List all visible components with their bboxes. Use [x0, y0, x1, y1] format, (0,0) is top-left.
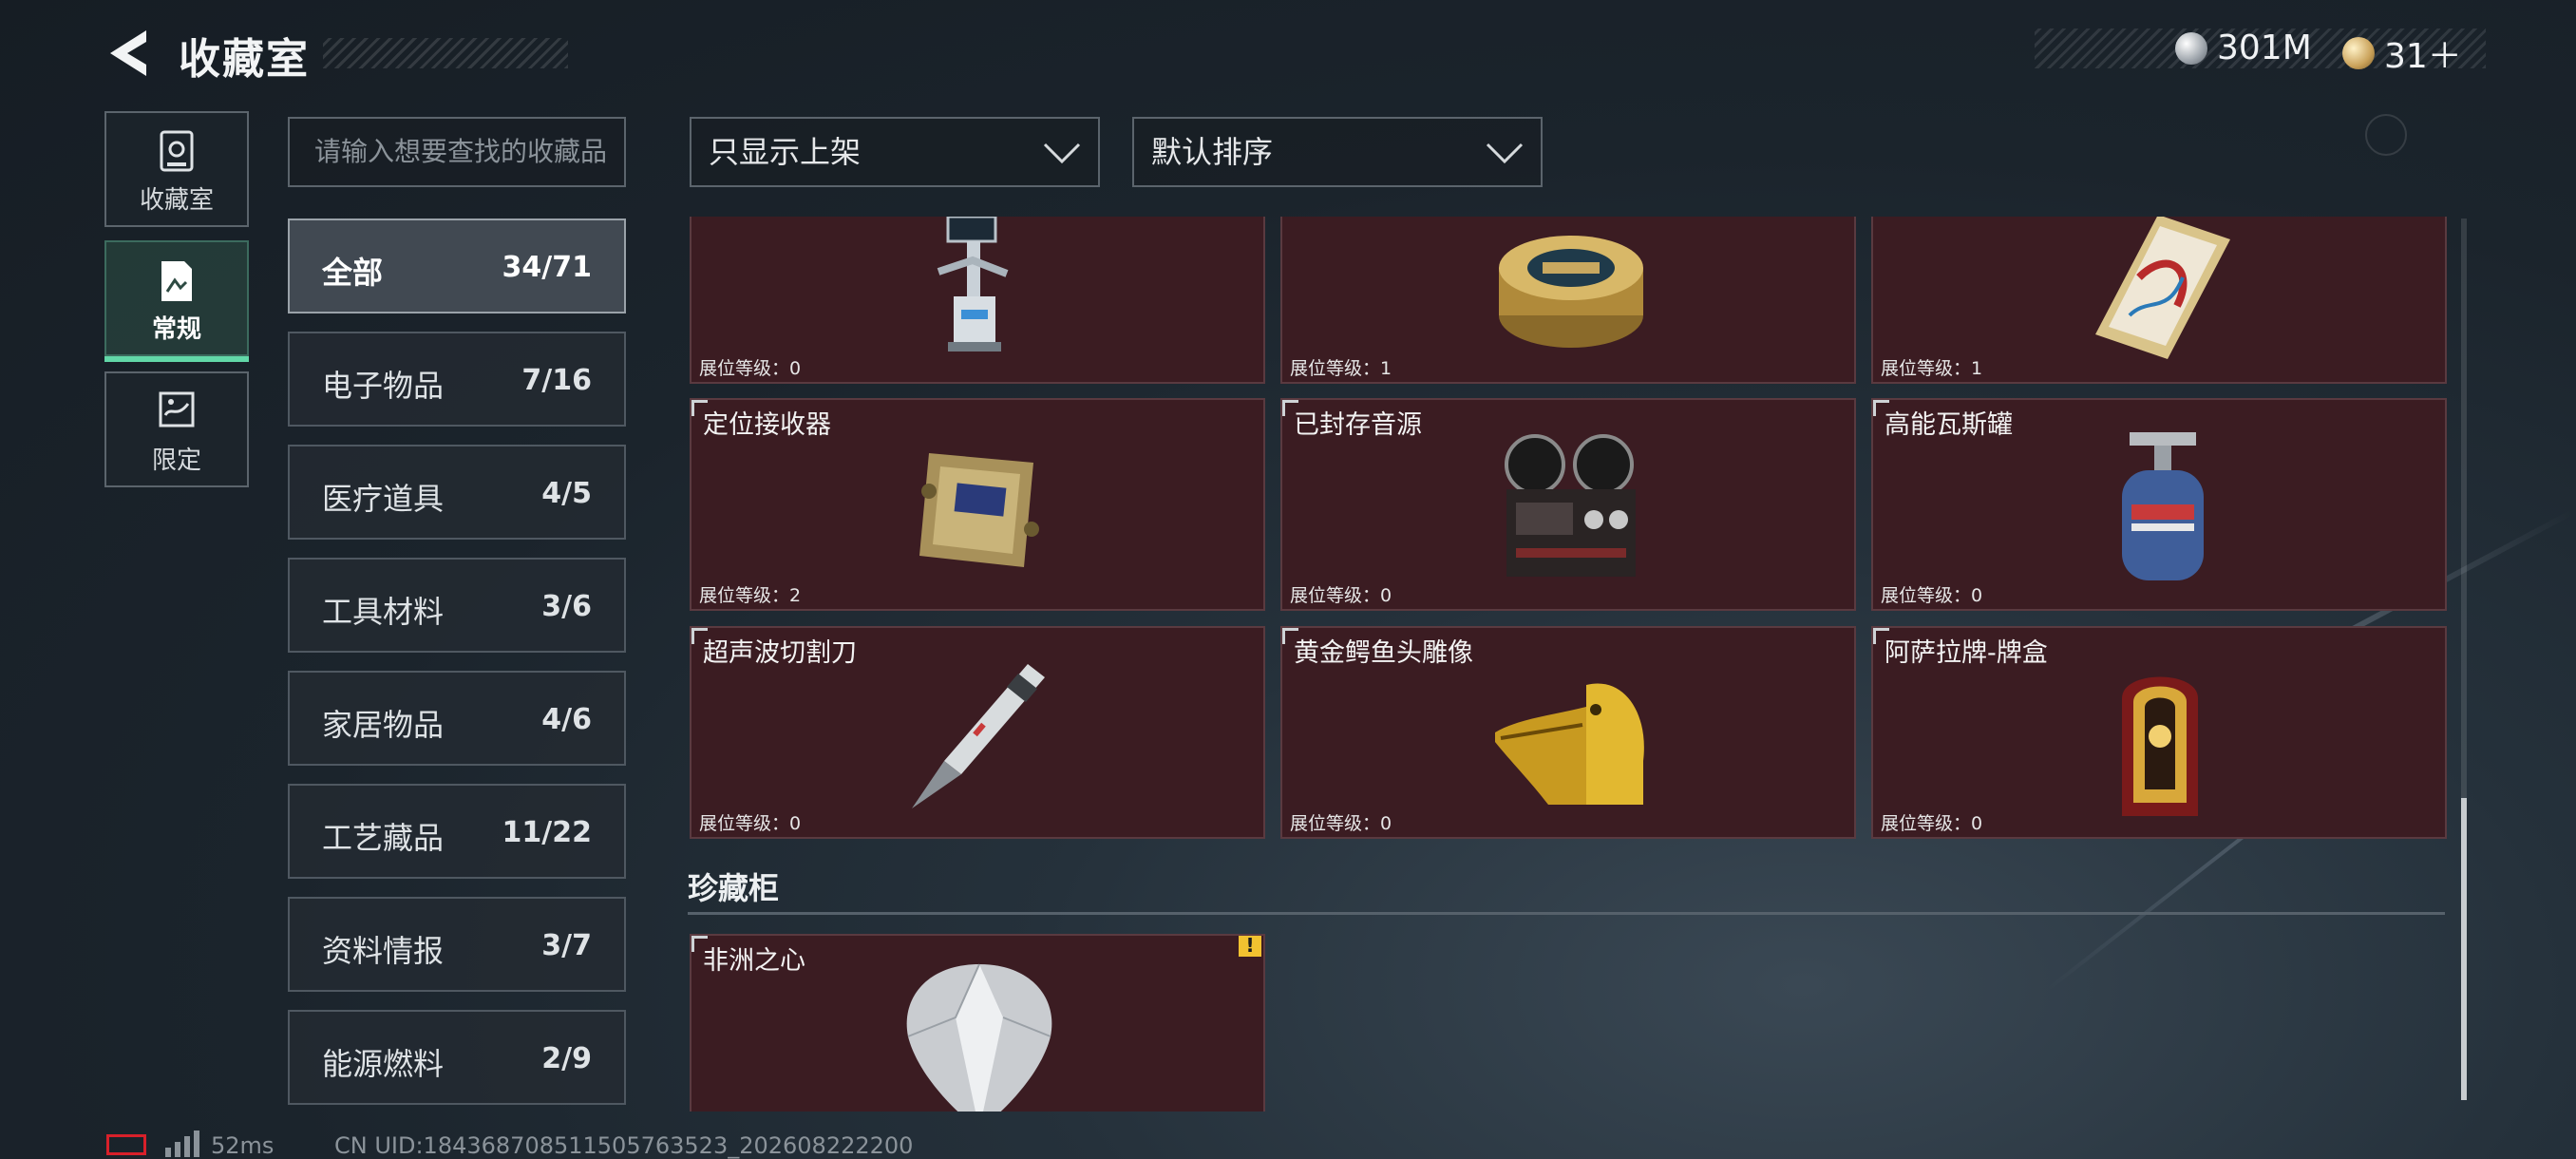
category-name: 工艺藏品	[322, 820, 445, 856]
gps-receiver-icon	[919, 453, 1039, 567]
sort-value: 默认排序	[1151, 134, 1274, 170]
warning-icon: !	[1239, 936, 1261, 957]
item-grid: 展位等级：0 展位等级：1 展位等级：1 定位接收器 展位等级：2 已封存音源 …	[688, 217, 2454, 1112]
category-name: 全部	[322, 255, 384, 291]
rail-item-vault[interactable]: 收藏室	[104, 111, 249, 227]
chevron-down-icon	[1043, 142, 1081, 164]
title-stripe	[323, 38, 568, 68]
item-card[interactable]: 展位等级：1	[1871, 217, 2447, 384]
item-name: 超声波切割刀	[703, 638, 857, 668]
rail-item-label: 收藏室	[139, 186, 214, 215]
gas-canister-icon	[2122, 432, 2204, 580]
rail-item-label: 限定	[151, 446, 201, 475]
vault-icon	[160, 130, 194, 172]
category-all[interactable]: 全部 34/71	[288, 218, 626, 314]
signal-icon	[165, 1130, 199, 1157]
category-medical[interactable]: 医疗道具 4/5	[288, 445, 626, 540]
document-icon	[161, 261, 192, 301]
item-level: 展位等级：0	[1290, 585, 1392, 606]
item-card[interactable]: 展位等级：0	[690, 217, 1265, 384]
category-count: 3/6	[541, 590, 592, 623]
gold-crocodile-head-icon	[1495, 683, 1644, 805]
category-name: 医疗道具	[322, 481, 445, 517]
category-count: 4/6	[541, 703, 592, 736]
item-name: 黄金鳄鱼头雕像	[1294, 638, 1473, 668]
item-name: 非洲之心	[703, 946, 805, 976]
scrollbar-thumb[interactable]	[2461, 798, 2467, 1100]
item-level: 展位等级：1	[1290, 358, 1392, 379]
category-electronics[interactable]: 电子物品 7/16	[288, 332, 626, 427]
diamond-icon	[906, 963, 1052, 1112]
item-card[interactable]: 定位接收器 展位等级：2	[690, 398, 1265, 611]
category-count: 4/5	[541, 477, 592, 510]
reel-to-reel-recorder-icon	[1505, 434, 1636, 577]
chevron-down-icon	[1486, 142, 1524, 164]
ultrasonic-knife-icon	[912, 664, 1045, 808]
item-level: 展位等级：1	[1881, 358, 1983, 379]
rail-item-label: 常规	[151, 315, 201, 344]
item-level: 展位等级：0	[699, 358, 802, 379]
category-tools[interactable]: 工具材料 3/6	[288, 558, 626, 653]
category-intel[interactable]: 资料情报 3/7	[288, 897, 626, 992]
item-name: 阿萨拉牌-牌盒	[1885, 638, 2048, 668]
gold-coin-icon	[2342, 37, 2375, 69]
item-card[interactable]: 阿萨拉牌-牌盒 展位等级：0	[1871, 626, 2447, 839]
shelf-filter-value: 只显示上架	[709, 134, 862, 170]
item-level: 展位等级：0	[1290, 813, 1392, 834]
item-level: 展位等级：0	[1881, 813, 1983, 834]
category-count: 3/7	[541, 929, 592, 962]
shelf-filter-dropdown[interactable]: 只显示上架	[690, 117, 1100, 187]
category-name: 工具材料	[322, 594, 445, 630]
item-level: 展位等级：2	[699, 585, 802, 606]
category-name: 家居物品	[322, 707, 445, 743]
currency-silver[interactable]: 301M	[2175, 28, 2312, 67]
item-level: 展位等级：0	[699, 813, 802, 834]
limited-icon	[159, 391, 195, 428]
caviar-tin-icon	[1499, 236, 1643, 348]
cabinet-section-title: 珍藏柜	[688, 870, 780, 906]
back-arrow-icon	[110, 30, 146, 76]
item-name: 已封存音源	[1294, 410, 1422, 440]
ping-label: 52ms	[211, 1132, 275, 1159]
item-card[interactable]: 展位等级：1	[1280, 217, 1856, 384]
ornate-card-icon	[2095, 217, 2230, 359]
back-button[interactable]	[104, 27, 152, 80]
category-name: 电子物品	[322, 368, 445, 404]
category-count: 2/9	[541, 1042, 592, 1075]
category-count: 11/22	[502, 816, 592, 849]
item-name: 高能瓦斯罐	[1885, 410, 2013, 440]
category-count: 7/16	[521, 364, 592, 397]
item-card[interactable]: 已封存音源 展位等级：0	[1280, 398, 1856, 611]
item-name: 定位接收器	[703, 410, 831, 440]
rail-item-limited[interactable]: 限定	[104, 371, 249, 487]
battery-icon	[106, 1134, 146, 1155]
search-input[interactable]: 请输入想要查找的收藏品	[288, 117, 626, 187]
category-crafts[interactable]: 工艺藏品 11/22	[288, 784, 626, 879]
item-card[interactable]: 高能瓦斯罐 展位等级：0	[1871, 398, 2447, 611]
silver-coin-icon	[2175, 31, 2207, 65]
category-name: 资料情报	[322, 933, 445, 969]
uid-label: CN UID:1843687085115057635​23_2026082222…	[334, 1132, 914, 1159]
currency-gold-value: 31＋	[2384, 37, 2462, 76]
divider	[688, 912, 2445, 915]
surgical-robot-icon	[937, 217, 1009, 352]
sort-dropdown[interactable]: 默认排序	[1132, 117, 1543, 187]
category-energy[interactable]: 能源燃料 2/9	[288, 1010, 626, 1105]
rail-item-regular[interactable]: 常规	[104, 240, 249, 362]
active-indicator	[104, 356, 249, 362]
item-level: 展位等级：0	[1881, 585, 1983, 606]
currency-silver-value: 301M	[2217, 28, 2312, 67]
page-title: 收藏室	[179, 35, 310, 84]
card-box-icon	[2122, 676, 2198, 816]
cabinet-item-card[interactable]: 非洲之心 !	[690, 934, 1265, 1112]
item-card[interactable]: 黄金鳄鱼头雕像 展位等级：0	[1280, 626, 1856, 839]
currency-gold[interactable]: 31＋	[2342, 28, 2462, 78]
category-count: 34/71	[502, 251, 592, 284]
decor-ring	[2365, 114, 2407, 156]
category-name: 能源燃料	[322, 1046, 445, 1082]
category-household[interactable]: 家居物品 4/6	[288, 671, 626, 766]
item-card[interactable]: 超声波切割刀 展位等级：0	[690, 626, 1265, 839]
